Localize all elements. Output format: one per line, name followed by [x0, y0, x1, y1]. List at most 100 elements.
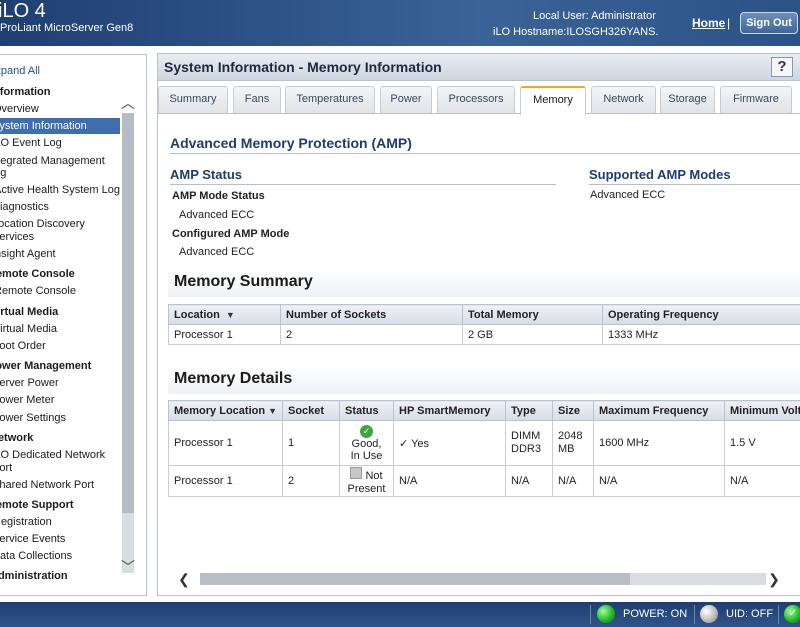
nav-item-diagnostics[interactable]: Diagnostics [0, 201, 49, 213]
nav-item-power-meter[interactable]: Power Meter [0, 394, 54, 406]
type-line2: DDR3 [511, 443, 541, 455]
nav-header-remote-console[interactable]: Remote Console [0, 268, 75, 280]
power-status-icon[interactable] [597, 605, 615, 623]
nav-item-server-power[interactable]: Server Power [0, 377, 59, 389]
column-header-total-memory[interactable]: Total Memory [462, 304, 603, 325]
nav-item-remote-console[interactable]: Remote Console [0, 285, 76, 297]
tab-network[interactable]: Network [591, 86, 656, 113]
nav-item-ilo-dedicated-network-port[interactable]: iLO Dedicated Network Port [0, 449, 107, 475]
health-status-icon[interactable]: ✓ [784, 605, 800, 623]
table-header-row: Location ▼ Number of Sockets Total Memory… [168, 304, 800, 325]
column-header-minimum-voltage[interactable]: Minimum Voltage [724, 400, 800, 421]
summary-location-cell: Processor 1 [168, 324, 281, 345]
column-header-maximum-frequency[interactable]: Maximum Frequency [593, 400, 725, 421]
amp-mode-status-value: Advanced ECC [179, 209, 255, 221]
table-row: Processor 1 1 ✓ Good, In Use ✓ Yes DIMM D… [168, 420, 800, 466]
nav-header-network[interactable]: Network [0, 432, 33, 444]
nav-item-location-discovery-services[interactable]: Location Discovery Services [0, 218, 107, 244]
tab-storage[interactable]: Storage [660, 86, 715, 113]
column-header-status[interactable]: Status [339, 400, 394, 421]
sidebar-scroll-thumb[interactable] [122, 113, 134, 513]
detail-location-cell: Processor 1 [168, 465, 283, 497]
tab-fans[interactable]: Fans [233, 86, 281, 113]
detail-socket-cell: 1 [282, 420, 340, 466]
sort-arrow-icon[interactable]: ▼ [268, 406, 277, 416]
tab-power[interactable]: Power [380, 86, 432, 113]
column-header-socket[interactable]: Socket [282, 400, 340, 421]
nav-item-service-events[interactable]: Service Events [0, 533, 65, 545]
status-footer: POWER: ON UID: OFF ✓ [0, 602, 800, 627]
tab-temperatures[interactable]: Temperatures [285, 86, 375, 113]
home-link[interactable]: Home [692, 16, 725, 30]
nav-header-information[interactable]: Information [0, 86, 51, 98]
summary-total-memory-cell: 2 GB [462, 324, 603, 345]
nav-item-active-health-system-log[interactable]: Active Health System Log [0, 184, 120, 196]
page-title: System Information - Memory Information [164, 59, 442, 75]
nav-header-virtual-media[interactable]: Virtual Media [0, 306, 58, 318]
nav-item-boot-order[interactable]: Boot Order [0, 340, 46, 352]
horizontal-scroll-thumb[interactable] [200, 573, 630, 585]
memory-details-table: Memory Location ▼ Socket Status HP SmartM… [168, 400, 800, 497]
sidebar-scrollbar[interactable]: ︿ ﹀ [120, 93, 136, 583]
column-header-hp-smartmemory[interactable]: HP SmartMemory [393, 400, 506, 421]
nav-item-data-collections[interactable]: Data Collections [0, 550, 72, 562]
scroll-up-icon[interactable]: ︿ [120, 93, 136, 111]
column-header-type[interactable]: Type [505, 400, 553, 421]
help-button[interactable]: ? [771, 57, 793, 77]
status-text-line1: Good, [351, 437, 382, 450]
detail-status-cell: ✓ Good, In Use [339, 420, 394, 466]
column-header-memory-location-label: Memory Location [174, 404, 266, 417]
column-header-operating-frequency[interactable]: Operating Frequency [602, 304, 800, 325]
nav-item-integrated-management-log[interactable]: Integrated Management Log [0, 155, 113, 179]
memory-summary-table: Location ▼ Number of Sockets Total Memory… [168, 304, 800, 345]
amp-status-heading: AMP Status [170, 167, 242, 182]
nav-header-power-management[interactable]: Power Management [0, 360, 91, 372]
tab-memory[interactable]: Memory [520, 86, 586, 115]
detail-size-cell: 2048 MB [552, 420, 594, 466]
detail-location-cell: Processor 1 [168, 420, 283, 466]
scroll-left-icon[interactable]: ❮ [176, 571, 192, 587]
check-circle-icon: ✓ [360, 424, 373, 438]
main-panel: System Information - Memory Information … [157, 53, 800, 596]
nav-item-overview[interactable]: Overview [0, 103, 39, 115]
tab-bar: Summary Fans Temperatures Power Processo… [158, 84, 800, 115]
scroll-right-icon[interactable]: ❯ [766, 571, 782, 587]
column-header-memory-location[interactable]: Memory Location ▼ [168, 400, 283, 421]
nav-header-administration[interactable]: Administration [0, 570, 68, 582]
nav-item-virtual-media[interactable]: Virtual Media [0, 323, 57, 335]
column-header-number-of-sockets[interactable]: Number of Sockets [280, 304, 463, 325]
product-title: iLO 4 [0, 0, 46, 22]
amp-status-rule [170, 184, 556, 185]
nav-item-power-settings[interactable]: Power Settings [0, 412, 66, 424]
sort-arrow-icon[interactable]: ▼ [226, 310, 235, 320]
table-header-row: Memory Location ▼ Socket Status HP SmartM… [168, 400, 800, 421]
table-row: Processor 1 2 Not Present N/A N/A N/A N/… [168, 465, 800, 497]
nav-item-registration[interactable]: Registration [0, 516, 52, 528]
detail-max-frequency-cell: N/A [593, 465, 725, 497]
nav-item-system-information[interactable]: System Information [0, 118, 120, 134]
detail-type-cell: DIMM DDR3 [505, 420, 553, 466]
tab-processors[interactable]: Processors [437, 86, 515, 113]
tab-firmware[interactable]: Firmware [720, 86, 792, 113]
detail-smartmemory-cell: ✓ Yes [393, 420, 506, 466]
column-header-location[interactable]: Location ▼ [168, 304, 281, 325]
nav-item-ilo-event-log[interactable]: iLO Event Log [0, 137, 62, 149]
nav-header-remote-support[interactable]: Remote Support [0, 499, 74, 511]
sign-out-button[interactable]: Sign Out [740, 12, 798, 34]
nav-item-insight-agent[interactable]: Insight Agent [0, 248, 56, 260]
expand-all-link[interactable]: Expand All [0, 65, 40, 77]
summary-sockets-cell: 2 [280, 324, 463, 345]
size-line1: 2048 [558, 430, 583, 442]
horizontal-scrollbar[interactable]: ❮ ❯ [176, 571, 786, 587]
status-text-line2: In Use [350, 449, 383, 462]
uid-indicator-icon[interactable] [700, 605, 718, 623]
column-header-location-label: Location [174, 308, 220, 321]
nav-item-shared-network-port[interactable]: Shared Network Port [0, 479, 94, 491]
column-header-size[interactable]: Size [552, 400, 594, 421]
amp-heading-rule [170, 153, 800, 154]
top-header: iLO 4 ProLiant MicroServer Gen8 Local Us… [0, 0, 800, 46]
scroll-down-icon[interactable]: ﹀ [120, 557, 136, 575]
tab-summary[interactable]: Summary [158, 86, 228, 113]
detail-socket-cell: 2 [282, 465, 340, 497]
detail-type-cell: N/A [505, 465, 553, 497]
